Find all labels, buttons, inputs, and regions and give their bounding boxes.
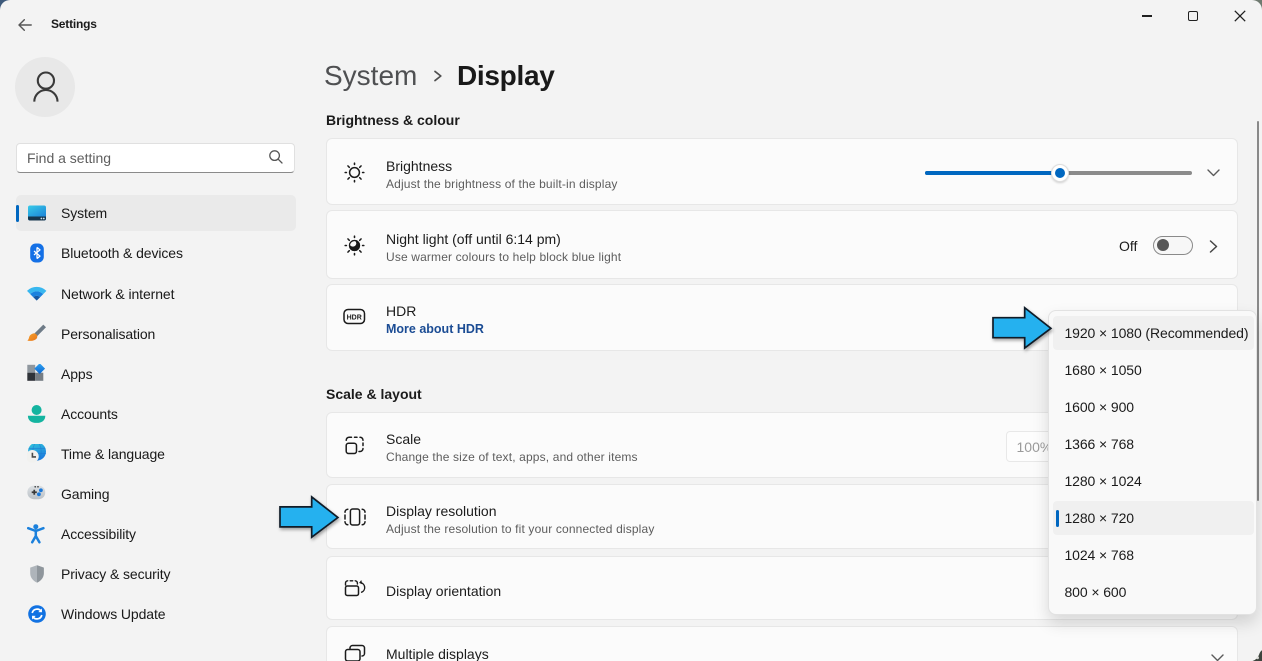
svg-text:HDR: HDR [347, 315, 362, 322]
